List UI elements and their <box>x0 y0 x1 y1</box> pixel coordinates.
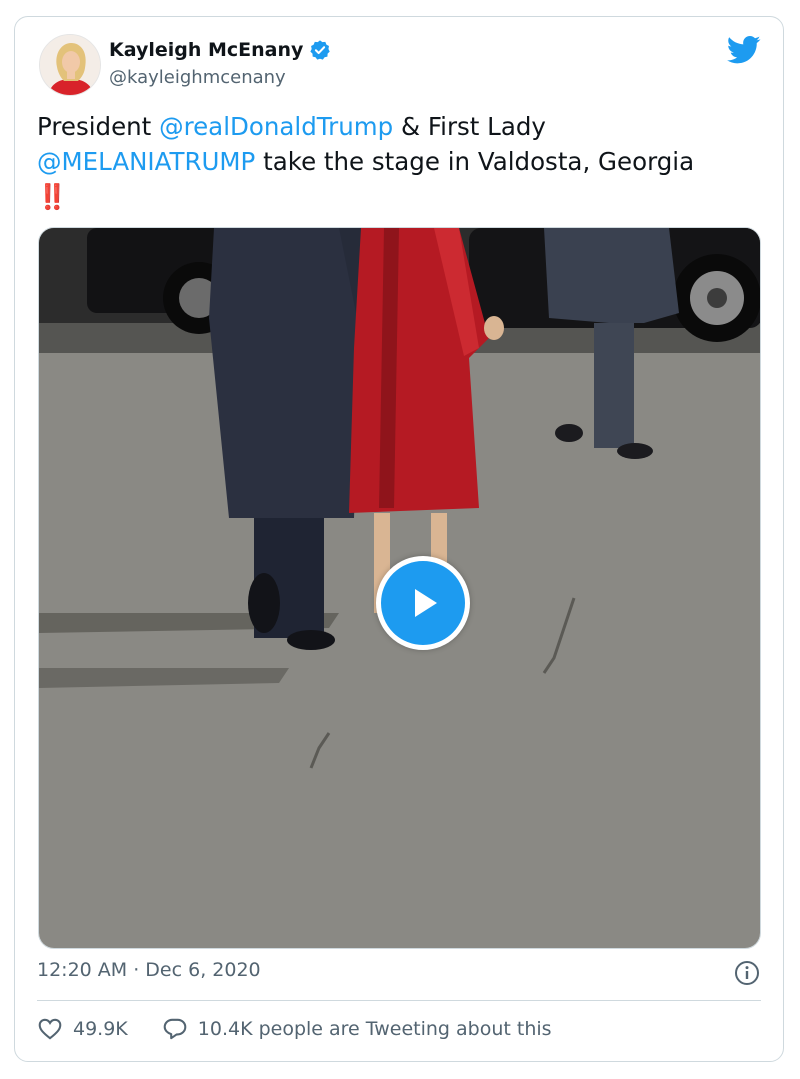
author-name-row[interactable]: Kayleigh McEnany <box>109 39 331 61</box>
like-count: 49.9K <box>73 1018 128 1040</box>
mention-link-realdonaldtrump[interactable]: @realDonaldTrump <box>159 112 393 141</box>
verified-badge-icon <box>309 39 331 61</box>
reply-tweeting-link[interactable]: 10.4K people are Tweeting about this <box>162 1016 552 1042</box>
heart-icon <box>38 1018 62 1040</box>
info-icon[interactable] <box>734 960 760 986</box>
mention-link-melaniatrump[interactable]: @MELANIATRUMP <box>37 147 255 176</box>
reply-bubble-icon <box>163 1018 187 1040</box>
author-display-name[interactable]: Kayleigh McEnany <box>109 39 303 61</box>
double-exclamation-emoji: ‼️ <box>37 182 67 211</box>
profile-avatar[interactable] <box>39 34 101 96</box>
tweeting-about-text: 10.4K people are Tweeting about this <box>197 1018 552 1040</box>
tweet-text-part: take the stage in Valdosta, Georgia <box>255 147 695 176</box>
tweet-card[interactable]: Kayleigh McEnany @kayleighmcenany Presid… <box>14 16 784 1062</box>
divider <box>37 1000 761 1001</box>
twitter-bird-icon[interactable] <box>726 35 761 65</box>
video-player[interactable] <box>38 227 761 949</box>
tweet-timestamp[interactable]: 12:20 AM · Dec 6, 2020 <box>37 959 261 981</box>
tweet-text-part: President <box>37 112 160 141</box>
play-icon[interactable] <box>376 556 470 650</box>
tweet-text-part: & First Lady <box>393 112 546 141</box>
tweet-actions: 49.9K 10.4K people are Tweeting about th… <box>37 1016 552 1042</box>
author-handle[interactable]: @kayleighmcenany <box>109 67 286 88</box>
tweet-text: President @realDonaldTrump & First Lady … <box>37 109 767 214</box>
like-button[interactable]: 49.9K <box>37 1016 128 1042</box>
